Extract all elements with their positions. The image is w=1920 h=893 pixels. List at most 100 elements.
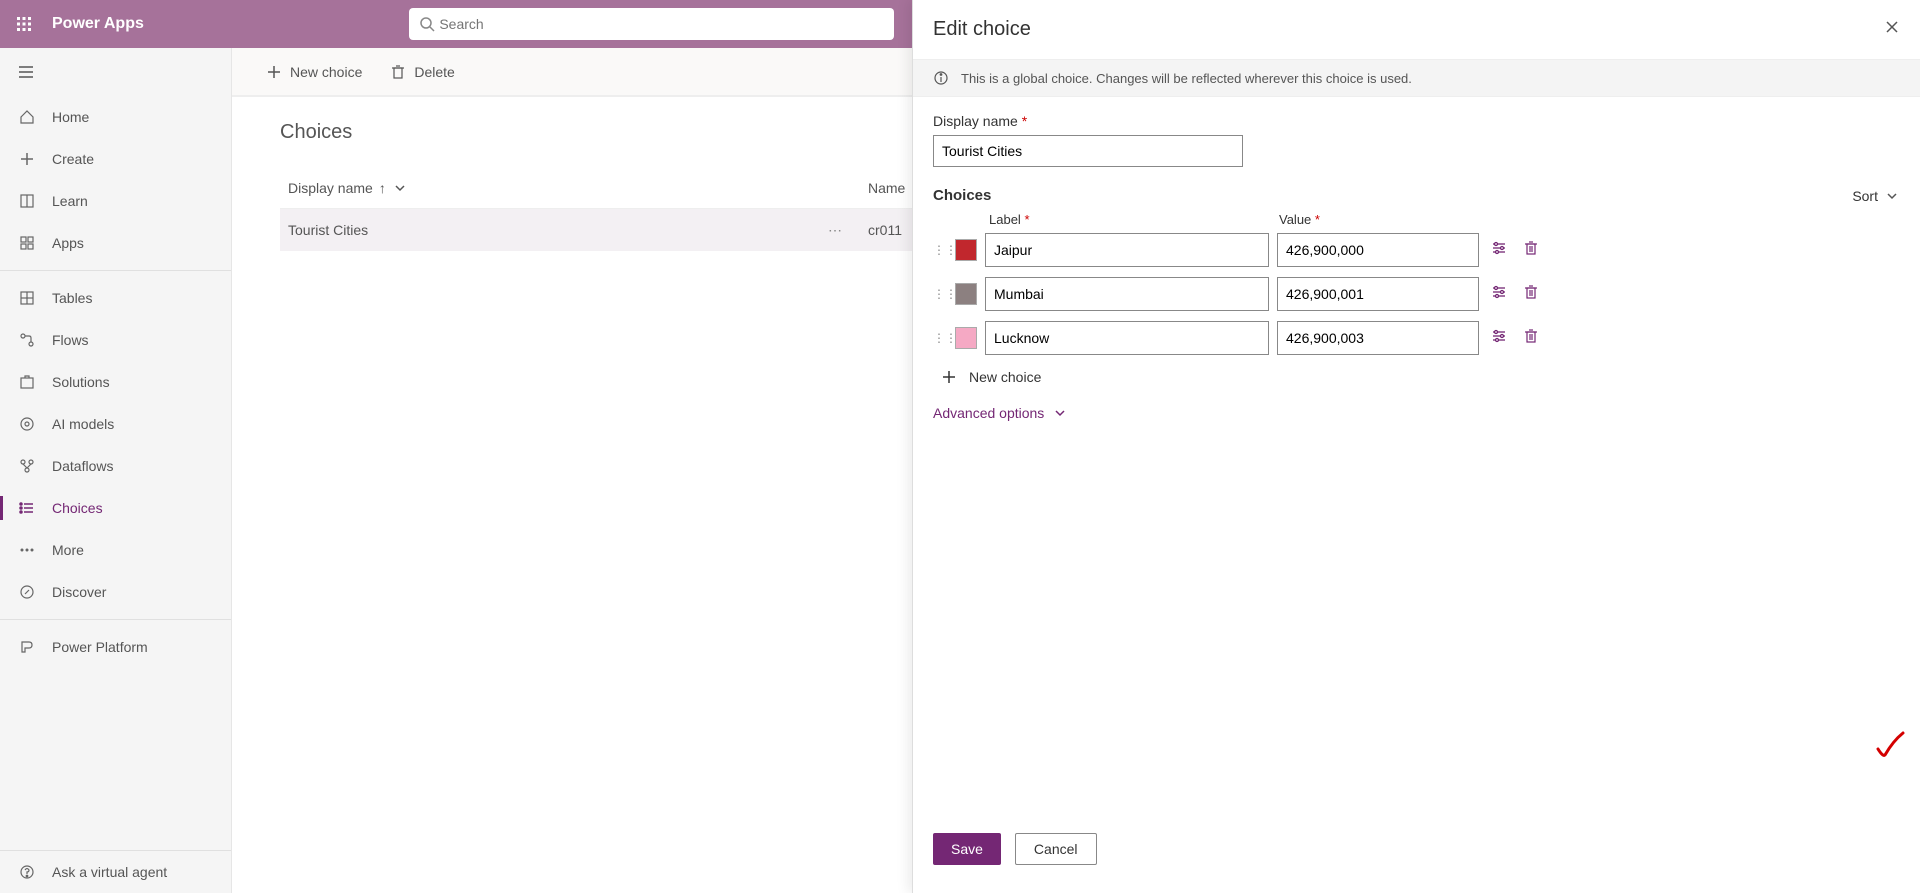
nav-apps[interactable]: Apps: [0, 222, 231, 264]
display-name-label: Display name *: [933, 113, 1900, 129]
edit-choice-panel: Edit choice This is a global choice. Cha…: [912, 0, 1920, 893]
delete-button[interactable]: Delete: [380, 58, 464, 86]
compass-icon: [18, 584, 36, 600]
nav-dataflows[interactable]: Dataflows: [0, 445, 231, 487]
sort-asc-icon: ↑: [379, 180, 386, 196]
delete-icon[interactable]: [1519, 236, 1543, 265]
chevron-down-icon: [1052, 405, 1068, 421]
row-more-icon[interactable]: ⋯: [828, 222, 868, 239]
nav-label: More: [52, 542, 84, 558]
choice-value-input[interactable]: [1277, 321, 1479, 355]
choice-label-input[interactable]: [985, 277, 1269, 311]
nav-label: Tables: [52, 290, 92, 306]
chevron-down-icon: [392, 180, 408, 196]
hamburger-button[interactable]: [0, 48, 231, 96]
new-choice-button[interactable]: New choice: [256, 58, 372, 86]
nav-label: AI models: [52, 416, 114, 432]
nav-discover[interactable]: Discover: [0, 571, 231, 613]
nav-home[interactable]: Home: [0, 96, 231, 138]
apps-icon: [18, 235, 36, 251]
nav-divider: [0, 270, 231, 271]
nav-power-platform[interactable]: Power Platform: [0, 626, 231, 668]
search-icon: [419, 16, 435, 32]
save-button[interactable]: Save: [933, 833, 1001, 865]
color-swatch[interactable]: [955, 239, 977, 261]
choice-value-input[interactable]: [1277, 233, 1479, 267]
choice-label-input[interactable]: [985, 233, 1269, 267]
color-swatch[interactable]: [955, 283, 977, 305]
home-icon: [18, 109, 36, 125]
panel-title: Edit choice: [933, 18, 1031, 41]
choice-label-input[interactable]: [985, 321, 1269, 355]
info-icon: [933, 70, 949, 86]
new-choice-inline-button[interactable]: New choice: [941, 369, 1900, 385]
solutions-icon: [18, 374, 36, 390]
settings-icon[interactable]: [1487, 236, 1511, 265]
choice-row: ⋮⋮: [933, 321, 1900, 355]
search-box[interactable]: [409, 8, 894, 40]
app-title: Power Apps: [48, 15, 144, 33]
cmd-label: New choice: [290, 64, 362, 80]
nav-label: Solutions: [52, 374, 110, 390]
choice-row: ⋮⋮: [933, 277, 1900, 311]
drag-handle-icon[interactable]: ⋮⋮: [933, 287, 947, 301]
info-text: This is a global choice. Changes will be…: [961, 71, 1412, 86]
nav-create[interactable]: Create: [0, 138, 231, 180]
nav-label: Ask a virtual agent: [52, 864, 167, 880]
table-icon: [18, 290, 36, 306]
dataflows-icon: [18, 458, 36, 474]
more-icon: [18, 542, 36, 558]
choice-value-input[interactable]: [1277, 277, 1479, 311]
delete-icon[interactable]: [1519, 324, 1543, 353]
settings-icon[interactable]: [1487, 324, 1511, 353]
left-nav: Home Create Learn Apps Tables Flows Solu…: [0, 48, 232, 893]
column-display-name-header[interactable]: Display name ↑: [288, 180, 868, 196]
settings-icon[interactable]: [1487, 280, 1511, 309]
nav-label: Power Platform: [52, 639, 148, 655]
plus-icon: [941, 369, 957, 385]
choice-column-headers: Label * Value *: [989, 212, 1900, 227]
help-icon: [18, 864, 36, 880]
delete-icon[interactable]: [1519, 280, 1543, 309]
cmd-label: Delete: [414, 64, 454, 80]
nav-ai-models[interactable]: AI models: [0, 403, 231, 445]
choice-row: ⋮⋮: [933, 233, 1900, 267]
drag-handle-icon[interactable]: ⋮⋮: [933, 243, 947, 257]
nav-tables[interactable]: Tables: [0, 277, 231, 319]
nav-divider: [0, 619, 231, 620]
info-bar: This is a global choice. Changes will be…: [913, 60, 1920, 97]
choices-icon: [18, 500, 36, 516]
advanced-options-link[interactable]: Advanced options: [933, 405, 1900, 421]
choices-heading: Choices: [933, 187, 991, 204]
drag-handle-icon[interactable]: ⋮⋮: [933, 331, 947, 345]
color-swatch[interactable]: [955, 327, 977, 349]
nav-flows[interactable]: Flows: [0, 319, 231, 361]
nav-label: Home: [52, 109, 89, 125]
nav-more[interactable]: More: [0, 529, 231, 571]
row-display-name: Tourist Cities: [288, 222, 828, 238]
flow-icon: [18, 332, 36, 348]
display-name-input[interactable]: [933, 135, 1243, 167]
book-icon: [18, 193, 36, 209]
sort-button[interactable]: Sort: [1852, 188, 1900, 204]
platform-icon: [18, 639, 36, 655]
ai-icon: [18, 416, 36, 432]
waffle-icon[interactable]: [0, 16, 48, 32]
nav-label: Apps: [52, 235, 84, 251]
plus-icon: [18, 151, 36, 167]
nav-label: Flows: [52, 332, 89, 348]
nav-label: Learn: [52, 193, 88, 209]
nav-label: Discover: [52, 584, 106, 600]
nav-label: Choices: [52, 500, 103, 516]
nav-label: Create: [52, 151, 94, 167]
nav-learn[interactable]: Learn: [0, 180, 231, 222]
nav-ask-agent[interactable]: Ask a virtual agent: [0, 851, 231, 893]
nav-label: Dataflows: [52, 458, 113, 474]
chevron-down-icon: [1884, 188, 1900, 204]
search-input[interactable]: [439, 16, 884, 32]
nav-solutions[interactable]: Solutions: [0, 361, 231, 403]
column-name-header[interactable]: Name: [868, 180, 905, 196]
cancel-button[interactable]: Cancel: [1015, 833, 1097, 865]
close-icon[interactable]: [1884, 19, 1900, 40]
nav-choices[interactable]: Choices: [0, 487, 231, 529]
